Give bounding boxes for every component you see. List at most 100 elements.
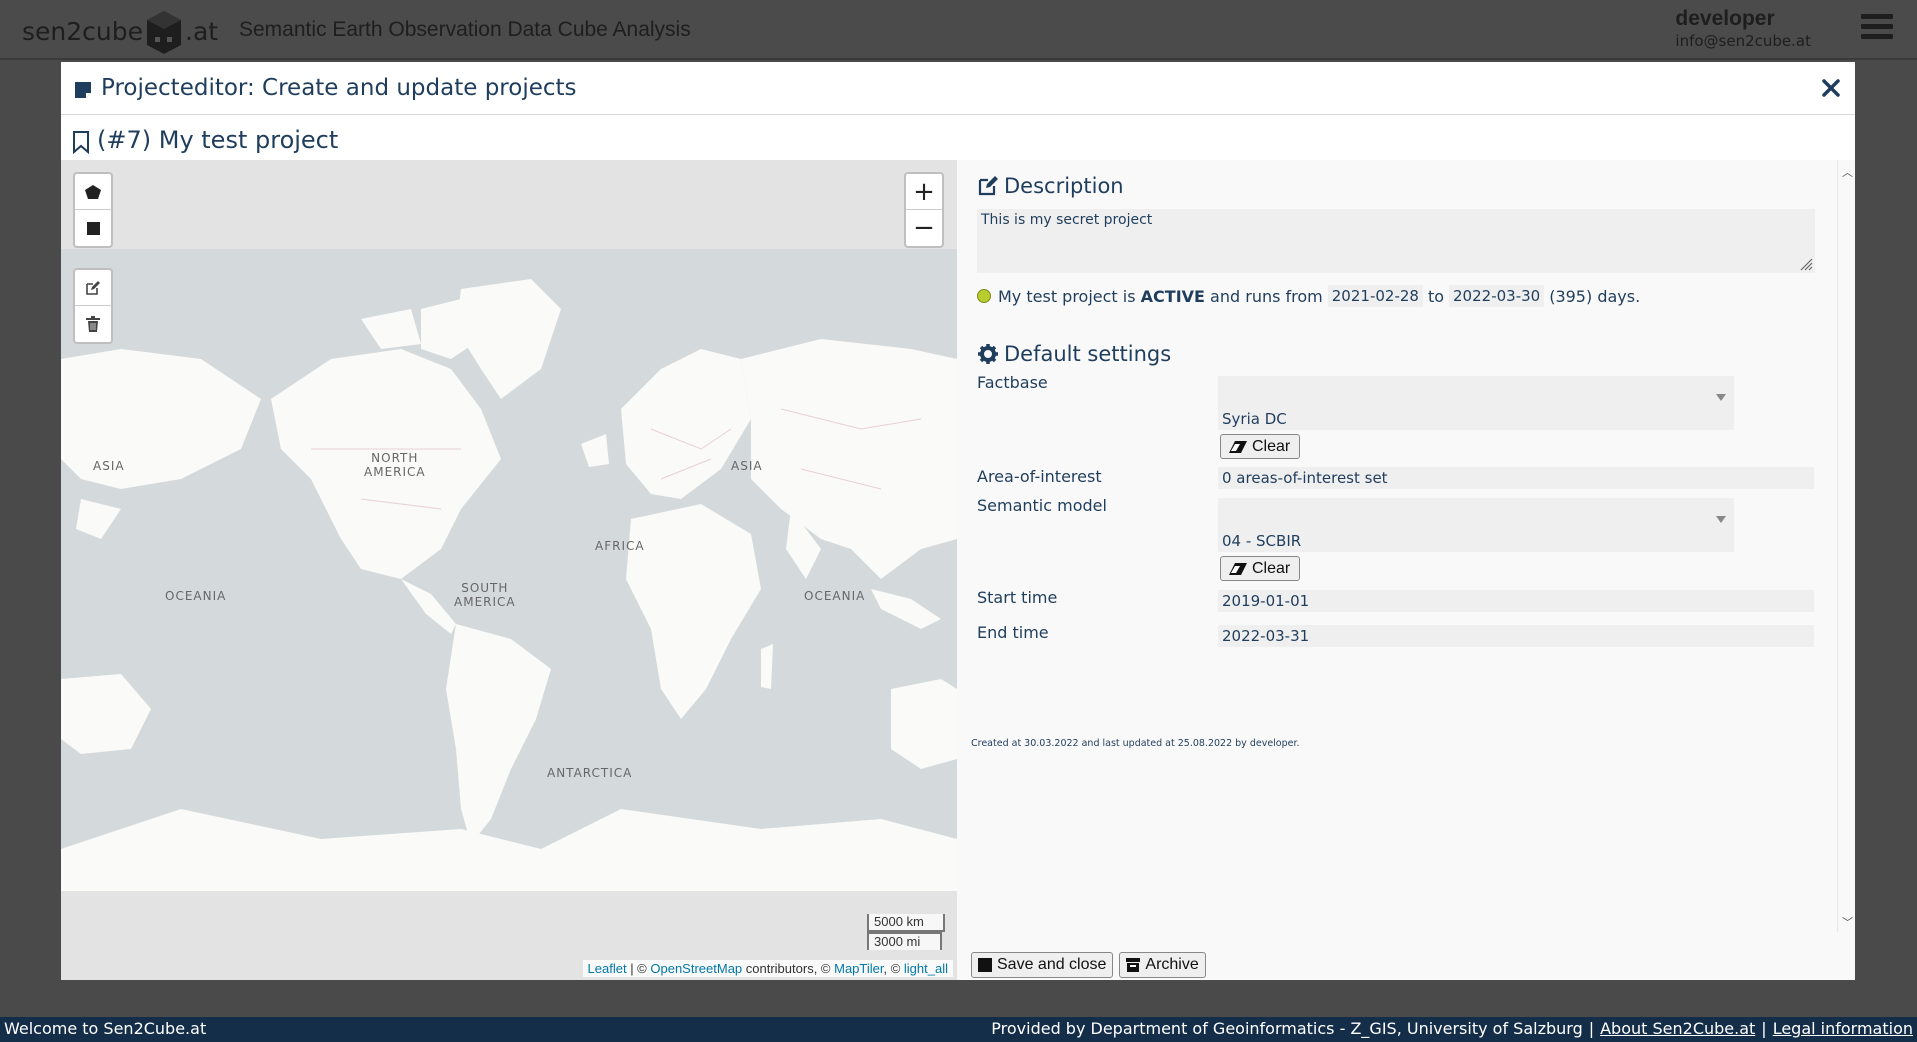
created-updated-meta: Created at 30.03.2022 and last updated a… — [971, 738, 1300, 749]
attr-contrib: contributors, © — [742, 961, 835, 976]
trash-icon — [86, 316, 100, 332]
archive-icon — [1126, 958, 1141, 972]
scale-mi: 3000 mi — [867, 932, 942, 950]
close-icon[interactable] — [1819, 76, 1843, 100]
draw-toolbar — [73, 172, 113, 248]
attr-sep: , © — [883, 961, 904, 976]
save-icon — [978, 958, 992, 972]
zoom-control: + − — [904, 172, 944, 248]
project-title: (#7) My test project — [97, 126, 472, 161]
map-label-north-america: NORTH AMERICA — [364, 451, 426, 479]
status-prefix: My test project is — [998, 286, 1141, 306]
edit-icon — [86, 280, 100, 295]
user-email: info@sen2cube.at — [1675, 32, 1811, 50]
user-info[interactable]: developer info@sen2cube.at — [1675, 7, 1811, 50]
menu-icon[interactable] — [1861, 14, 1893, 42]
map-tile-blank-top — [61, 160, 957, 249]
status-start-date: 2021-02-28 — [1327, 285, 1423, 307]
status-mid: and runs from — [1204, 286, 1323, 306]
status-days: (395) days. — [1549, 286, 1641, 306]
description-heading-text: Description — [1004, 174, 1124, 198]
status-to: to — [1427, 286, 1445, 306]
gear-icon — [978, 344, 998, 364]
map-label-antarctica: ANTARCTICA — [547, 766, 633, 780]
start-time-label: Start time — [977, 588, 1058, 607]
light-all-link[interactable]: light_all — [904, 961, 948, 976]
start-time-input[interactable] — [1218, 590, 1814, 612]
project-editor-modal: Projecteditor: Create and update project… — [61, 62, 1855, 980]
end-time-label: End time — [977, 623, 1049, 642]
app-logo[interactable]: sen2cube .at — [22, 6, 218, 56]
map-label-oceania: OCEANIA — [804, 589, 866, 603]
aoi-label: Area-of-interest — [977, 467, 1102, 486]
panel-scrollbar[interactable]: ︿ ﹀ — [1837, 160, 1855, 932]
modal-header: Projecteditor: Create and update project… — [61, 62, 1855, 115]
app-title: Semantic Earth Observation Data Cube Ana… — [239, 18, 691, 41]
scroll-up-icon[interactable]: ︿ — [1842, 164, 1853, 180]
legal-link[interactable]: Legal information — [1773, 1019, 1913, 1038]
project-form-panel: Description This is my secret project My… — [957, 160, 1855, 980]
clear-label: Clear — [1252, 437, 1291, 455]
maptiler-link[interactable]: MapTiler — [834, 961, 883, 976]
welcome-text: Welcome to Sen2Cube.at — [4, 1019, 207, 1038]
map-label-asia: ASIA — [731, 459, 763, 473]
square-icon — [86, 221, 100, 235]
edit-icon — [978, 176, 998, 196]
status-state: ACTIVE — [1140, 286, 1205, 306]
save-and-close-button[interactable]: Save and close — [971, 952, 1114, 978]
user-name: developer — [1675, 7, 1775, 30]
bookmark-icon — [73, 131, 89, 154]
edit-layers-button[interactable] — [75, 270, 111, 306]
clear-label: Clear — [1252, 559, 1291, 577]
delete-layers-button[interactable] — [75, 306, 111, 342]
map-attribution: Leaflet | © OpenStreetMap contributors, … — [582, 960, 953, 977]
zoom-out-button[interactable]: − — [906, 210, 942, 246]
semantic-model-clear-button[interactable]: Clear — [1220, 556, 1301, 581]
semantic-model-select[interactable]: 04 - SCBIR — [1218, 498, 1734, 552]
edit-toolbar — [73, 268, 113, 344]
chevron-down-icon — [1716, 394, 1726, 401]
polygon-icon — [85, 184, 101, 199]
factbase-clear-button[interactable]: Clear — [1220, 434, 1301, 459]
project-header: (#7) My test project — [61, 116, 1855, 161]
footer-buttons: Save and close Archive — [971, 952, 1206, 978]
eraser-icon — [1229, 562, 1247, 575]
description-textarea[interactable]: This is my secret project — [977, 209, 1815, 273]
scroll-down-icon[interactable]: ﹀ — [1842, 914, 1853, 930]
map-view[interactable]: ASIA NORTH AMERICA ASIA AFRICA OCEANIA S… — [61, 160, 957, 980]
map-label-africa: AFRICA — [595, 539, 645, 553]
footer-links: Provided by Department of Geoinformatics… — [991, 1019, 1913, 1038]
description-heading: Description — [977, 174, 1124, 198]
semantic-model-label: Semantic model — [977, 496, 1107, 515]
leaflet-link[interactable]: Leaflet — [588, 961, 627, 976]
default-settings-heading: Default settings — [977, 342, 1171, 366]
eraser-icon — [1229, 440, 1247, 453]
archive-label: Archive — [1145, 956, 1199, 973]
about-link[interactable]: About Sen2Cube.at — [1600, 1019, 1755, 1038]
separator: | — [1588, 1019, 1595, 1038]
attr-sep: | © — [626, 961, 651, 976]
zoom-in-button[interactable]: + — [906, 174, 942, 210]
status-dot-icon — [977, 289, 991, 303]
logo-text-right: .at — [185, 16, 219, 46]
provided-by-text: Provided by Department of Geoinformatics… — [991, 1019, 1583, 1038]
draw-rectangle-button[interactable] — [75, 210, 111, 246]
world-map — [61, 249, 957, 891]
cube-icon — [145, 9, 183, 54]
map-label-south-america: SOUTH AMERICA — [454, 581, 516, 609]
map-label-oceania-west: OCEANIA — [165, 589, 227, 603]
draw-polygon-button[interactable] — [75, 174, 111, 210]
status-end-date: 2022-03-30 — [1449, 285, 1545, 307]
map-scale: 5000 km 3000 mi — [867, 914, 945, 950]
archive-button[interactable]: Archive — [1119, 952, 1206, 978]
resize-grip-icon[interactable] — [1799, 257, 1813, 271]
osm-link[interactable]: OpenStreetMap — [650, 961, 742, 976]
end-time-input[interactable] — [1218, 625, 1814, 647]
separator: | — [1761, 1019, 1767, 1038]
factbase-label: Factbase — [977, 373, 1048, 392]
map-label-asia-west: ASIA — [93, 459, 125, 473]
factbase-value: Syria DC — [1222, 410, 1287, 428]
default-settings-text: Default settings — [1004, 342, 1172, 366]
factbase-select[interactable]: Syria DC — [1218, 376, 1734, 430]
aoi-value: 0 areas-of-interest set — [1218, 467, 1814, 489]
